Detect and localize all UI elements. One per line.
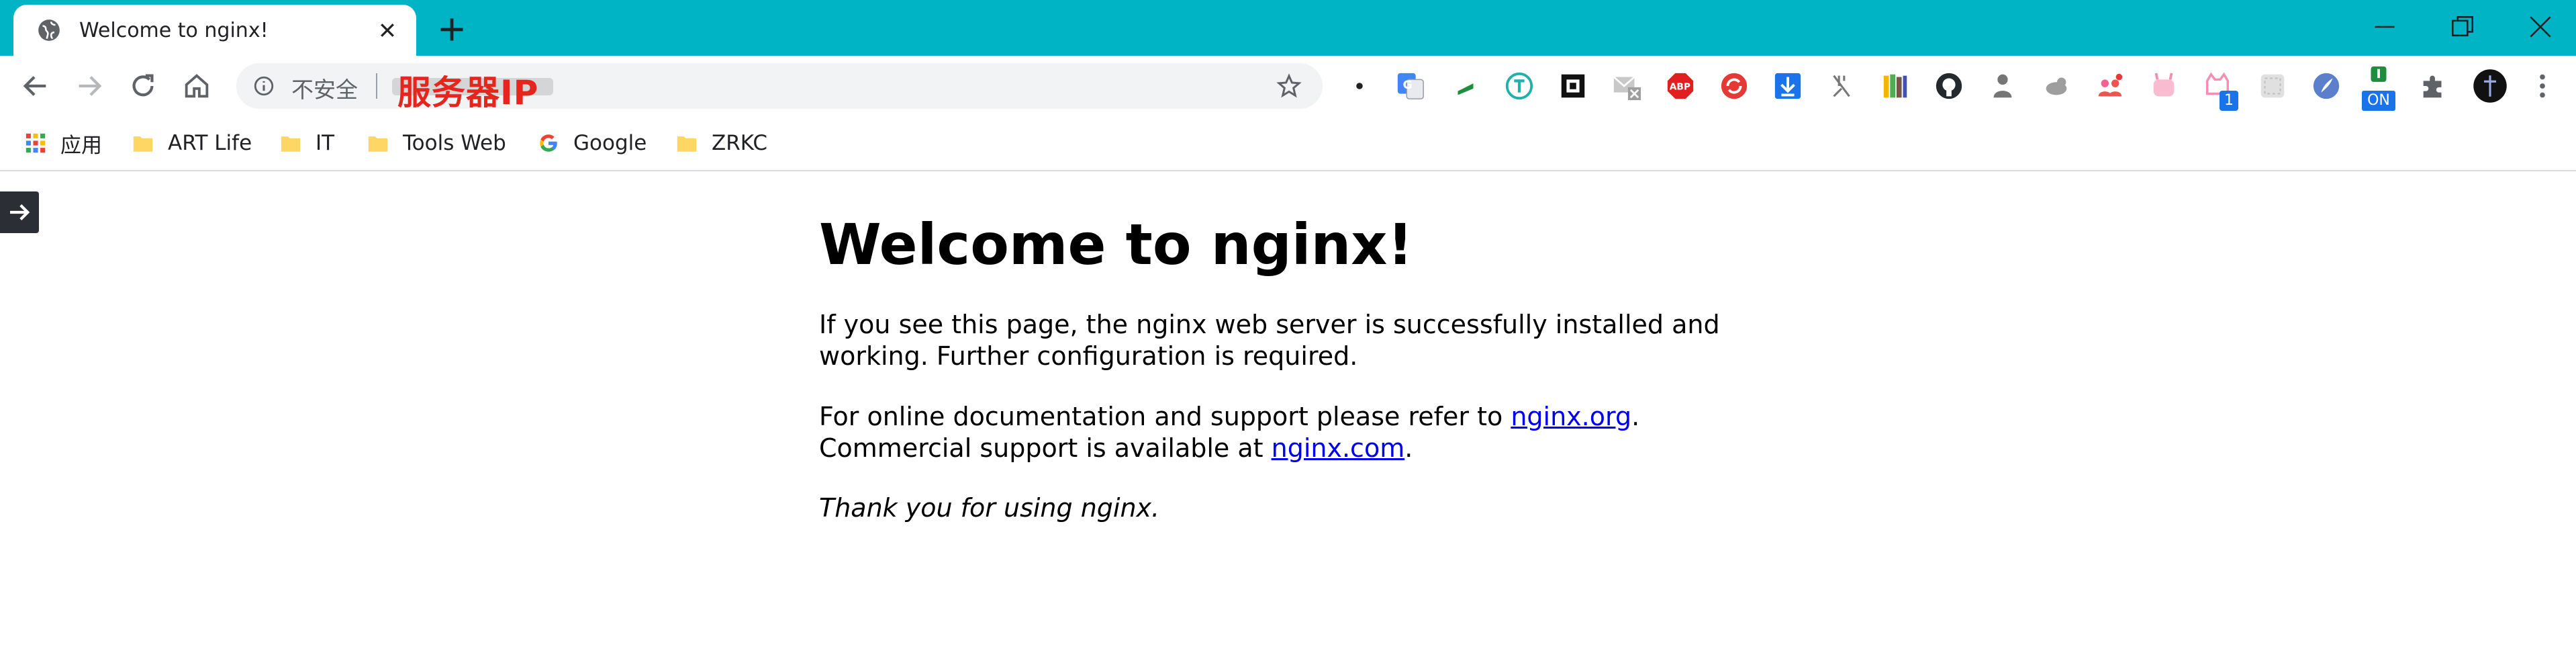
- new-tab-icon[interactable]: [437, 15, 467, 44]
- docs-period: .: [1631, 402, 1640, 431]
- thank-you-text: Thank you for using nginx.: [819, 493, 1160, 523]
- back-arrow-icon[interactable]: [20, 71, 51, 101]
- green-flag-icon[interactable]: [1450, 71, 1481, 101]
- address-bar[interactable]: 不安全 服务器IP: [236, 63, 1323, 112]
- svg-text:G: G: [1403, 79, 1413, 92]
- crossed-tool-icon[interactable]: [1826, 71, 1857, 101]
- bookmark-folder-it[interactable]: IT: [279, 124, 334, 162]
- download-icon[interactable]: [1772, 71, 1803, 101]
- bookmark-label: Google: [573, 131, 647, 155]
- dot-extension-icon[interactable]: [1344, 71, 1375, 101]
- dotted-square-icon[interactable]: [2257, 71, 2288, 101]
- docs-text: For online documentation and support ple…: [819, 402, 1511, 431]
- folder-icon: [281, 136, 301, 152]
- paragraph-install-line-2: working. Further configuration is requir…: [819, 341, 1358, 371]
- more-menu-icon[interactable]: [2527, 71, 2558, 101]
- side-panel-toggle[interactable]: [0, 191, 39, 233]
- support-period: .: [1404, 433, 1413, 463]
- gray-bird-icon[interactable]: [2041, 71, 2072, 101]
- url-text[interactable]: 服务器IP: [397, 66, 538, 114]
- bookmark-google[interactable]: Google: [537, 124, 647, 162]
- blue-feather-icon[interactable]: [2311, 71, 2342, 101]
- gray-figure-icon[interactable]: [1987, 71, 2018, 101]
- forward-arrow-icon[interactable]: [74, 71, 105, 101]
- nginx-com-link[interactable]: nginx.com: [1272, 433, 1405, 463]
- profile-avatar-icon[interactable]: [2472, 68, 2508, 104]
- support-text: Commercial support is available at: [819, 433, 1272, 463]
- bookmark-folder-zrkc[interactable]: ZRKC: [675, 124, 767, 162]
- folder-icon: [368, 136, 388, 152]
- minimize-icon[interactable]: [2370, 12, 2399, 42]
- tab-active[interactable]: Welcome to nginx!: [13, 5, 416, 56]
- bookmark-folder-art-life[interactable]: ART Life: [132, 124, 252, 162]
- globe-icon: [38, 19, 60, 41]
- pink-bunny-icon[interactable]: [2148, 71, 2179, 101]
- page-viewport: Welcome to nginx! If you see this page, …: [0, 171, 2576, 653]
- page-heading: Welcome to nginx!: [819, 212, 1413, 277]
- tab-title: Welcome to nginx!: [79, 18, 269, 42]
- restore-icon[interactable]: [2448, 12, 2477, 42]
- bookmark-label: ART Life: [168, 131, 252, 155]
- security-status-label[interactable]: 不安全: [291, 72, 358, 104]
- mail-x-icon[interactable]: [1611, 71, 1642, 101]
- close-window-icon[interactable]: [2526, 12, 2555, 42]
- bookmark-label: IT: [316, 131, 335, 155]
- bookmark-label: ZRKC: [712, 131, 768, 155]
- bookmark-apps[interactable]: 应用: [24, 124, 102, 162]
- arrow-right-icon: [10, 204, 30, 220]
- google-icon: [540, 134, 557, 152]
- bookmark-folder-tools-web[interactable]: Tools Web: [367, 124, 506, 162]
- extension-badge: 1: [2220, 91, 2238, 111]
- folder-icon: [133, 136, 153, 152]
- team-people-icon[interactable]: [2095, 71, 2126, 101]
- home-icon[interactable]: [181, 71, 212, 101]
- nginx-org-link[interactable]: nginx.org: [1511, 402, 1631, 431]
- puzzle-extensions-icon[interactable]: [2418, 71, 2449, 101]
- svg-text:ABP: ABP: [1670, 82, 1690, 93]
- books-icon[interactable]: [1880, 71, 1911, 101]
- bookmarks-bar: 应用 ART Life IT Tools Web Google ZRKC: [0, 116, 2576, 171]
- toggle-on-badge: ON: [2362, 91, 2395, 111]
- paragraph-install: If you see this page, the nginx web serv…: [819, 309, 1720, 372]
- browser-toolbar: 不安全 服务器IP G ABP 1 ON: [0, 56, 2576, 116]
- red-sync-icon[interactable]: [1719, 71, 1750, 101]
- paragraph-install-line-1: If you see this page, the nginx web serv…: [819, 310, 1720, 339]
- apps-grid-icon: [26, 133, 46, 153]
- address-separator: [376, 73, 377, 99]
- folder-icon: [677, 136, 697, 152]
- bookmark-label: Tools Web: [403, 131, 506, 155]
- title-bar: Welcome to nginx!: [0, 0, 2576, 56]
- teal-t-icon[interactable]: [1504, 71, 1535, 101]
- paragraph-docs: For online documentation and support ple…: [819, 401, 1639, 464]
- google-translate-icon[interactable]: G: [1395, 71, 1426, 101]
- bookmark-star-icon[interactable]: [1276, 73, 1302, 99]
- github-icon[interactable]: [1934, 71, 1964, 101]
- qr-square-icon[interactable]: [1558, 71, 1588, 101]
- adblock-plus-icon[interactable]: ABP: [1665, 71, 1696, 101]
- info-icon[interactable]: [252, 75, 275, 97]
- bookmark-label: 应用: [60, 133, 102, 158]
- reload-icon[interactable]: [128, 71, 158, 101]
- close-tab-icon[interactable]: [377, 20, 397, 40]
